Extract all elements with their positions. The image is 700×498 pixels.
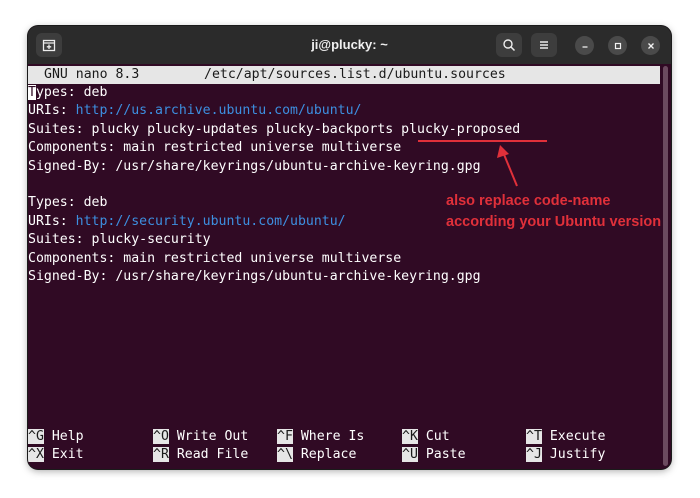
menu-button[interactable] [531, 33, 557, 57]
search-icon [503, 39, 516, 52]
file-line-suites: Suites: plucky plucky-updates plucky-bac… [28, 121, 521, 137]
file-line-types: Types: deb [28, 195, 108, 211]
uri-link: http://security.ubuntu.com/ubuntu/ [75, 213, 346, 229]
maximize-icon [614, 42, 621, 49]
shortcut-paste: ^U Paste [402, 447, 466, 463]
file-line-signed-by: Signed-By: /usr/share/keyrings/ubuntu-ar… [28, 158, 481, 174]
terminal-area[interactable]: GNU nano 8.3 /etc/apt/sources.list.d/ubu… [28, 64, 671, 469]
minimize-icon [582, 45, 587, 48]
shortcut-write-out: ^O Write Out [153, 429, 249, 444]
maximize-button[interactable] [608, 36, 627, 55]
shortcut-exit: ^X Exit [28, 447, 84, 463]
search-button[interactable] [496, 33, 522, 57]
scrollbar[interactable] [663, 66, 668, 466]
shortcut-help: ^G Help [28, 429, 84, 444]
uri-link: http://us.archive.ubuntu.com/ubuntu/ [75, 103, 362, 119]
nano-header-bar: GNU nano 8.3 /etc/apt/sources.list.d/ubu… [28, 66, 660, 84]
close-button[interactable] [641, 36, 660, 55]
annotation-text: also replace code-name according your Ubu… [446, 193, 662, 230]
nano-filename: /etc/apt/sources.list.d/ubuntu.sources [204, 67, 506, 82]
title-bar: ji@plucky: ~ [28, 26, 671, 64]
text-cursor: T [28, 85, 36, 100]
file-line-suites: Suites: plucky-security [28, 232, 211, 248]
file-line-signed-by: Signed-By: /usr/share/keyrings/ubuntu-ar… [28, 269, 481, 284]
hamburger-menu-icon [540, 41, 548, 49]
file-line-uris: URIs: http://security.ubuntu.com/ubuntu/ [28, 213, 346, 229]
file-line-components: Components: main restricted universe mul… [28, 250, 402, 266]
nano-version: GNU nano 8.3 [44, 67, 140, 82]
file-line-types: Types: deb [28, 85, 108, 100]
close-icon [647, 42, 654, 49]
shortcut-replace: ^\ Replace [277, 447, 357, 463]
file-line-components: Components: main restricted universe mul… [28, 140, 402, 156]
shortcut-cut: ^K Cut [402, 429, 450, 444]
minimize-button[interactable] [575, 36, 594, 55]
shortcut-read-file: ^R Read File [153, 447, 249, 463]
file-line-uris: URIs: http://us.archive.ubuntu.com/ubunt… [28, 103, 362, 119]
shortcut-where-is: ^F Where Is [277, 429, 365, 444]
terminal-window: ji@plucky: ~ GNU nano 8.3 /etc/apt/sourc… [28, 26, 671, 469]
shortcut-justify: ^J Justify [526, 447, 606, 463]
shortcut-execute: ^T Execute [526, 429, 606, 444]
